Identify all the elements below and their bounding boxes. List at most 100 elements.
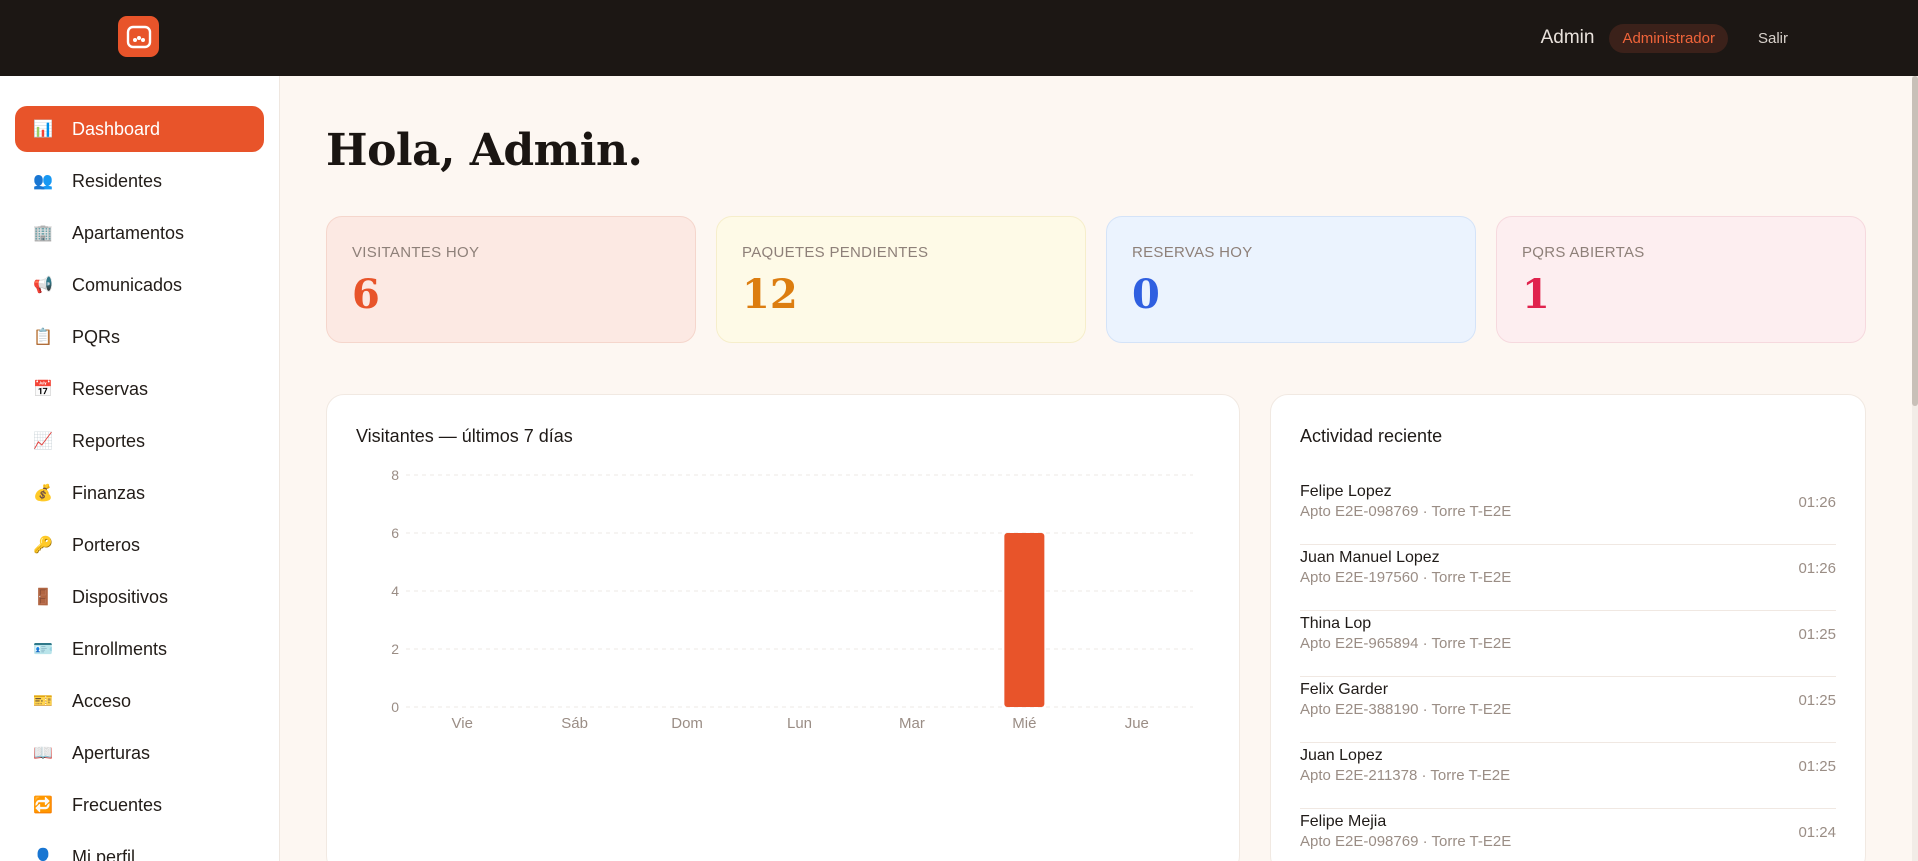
- stat-value: 12: [742, 271, 798, 318]
- user-name: Admin: [1540, 27, 1595, 48]
- y-tick-label: 4: [391, 583, 399, 599]
- sidebar-item-label: Residentes: [72, 170, 163, 191]
- sidebar-item-reservas[interactable]: 📅 Reservas: [15, 366, 264, 412]
- activity-apartment: Apto E2E-211378 · Torre T-E2E: [1300, 767, 1511, 784]
- sidebar-item-label: Reportes: [72, 430, 146, 451]
- x-tick-label: Lun: [787, 715, 812, 732]
- activity-time: 01:25: [1798, 758, 1836, 775]
- activity-apartment: Apto E2E-197560 · Torre T-E2E: [1300, 569, 1512, 586]
- door-icon: 🚪: [33, 589, 53, 606]
- sidebar-item-mi-perfil[interactable]: 👤 Mi perfil: [15, 834, 264, 861]
- sidebar-item-residentes[interactable]: 👥 Residentes: [15, 158, 264, 204]
- stat-card-reservas-hoy: RESERVAS HOY 0: [1106, 216, 1476, 343]
- role-badge: Administrador: [1609, 23, 1728, 53]
- money-bag-icon: 💰: [33, 485, 53, 502]
- activity-time: 01:25: [1798, 626, 1836, 643]
- sidebar-item-label: Porteros: [72, 534, 141, 555]
- y-tick-label: 2: [391, 641, 399, 657]
- activity-row[interactable]: Thina Lop Apto E2E-965894 · Torre T-E2E 01…: [1300, 611, 1836, 677]
- stat-label: PAQUETES PENDIENTES: [742, 244, 929, 261]
- activity-name: Thina Lop: [1300, 615, 1372, 632]
- activity-apartment: Apto E2E-098769 · Torre T-E2E: [1300, 503, 1512, 520]
- sidebar-item-apartamentos[interactable]: 🏢 Apartamentos: [15, 210, 264, 256]
- sidebar-item-label: Dashboard: [72, 118, 161, 139]
- activity-apartment: Apto E2E-965894 · Torre T-E2E: [1300, 635, 1512, 652]
- sidebar-item-label: Reservas: [72, 378, 149, 399]
- activity-time: 01:26: [1798, 494, 1836, 511]
- recent-activity-card: Actividad reciente Felipe Lopez Apto E2E-…: [1270, 394, 1866, 861]
- page-title: Hola, Admin.: [326, 125, 643, 176]
- y-tick-label: 0: [391, 699, 399, 715]
- id-card-icon: 🪪: [33, 641, 53, 658]
- sidebar-item-label: Enrollments: [72, 638, 168, 659]
- user-area: Admin Administrador Salir: [1541, 0, 1788, 76]
- stat-card-pqrs-abiertas: PQRS ABIERTAS 1: [1496, 216, 1866, 343]
- sidebar-item-enrollments[interactable]: 🪪 Enrollments: [15, 626, 264, 672]
- activity-row[interactable]: Felipe Lopez Apto E2E-098769 · Torre T-E2…: [1300, 479, 1836, 545]
- sidebar-item-label: Finanzas: [72, 482, 146, 503]
- visitors-chart-card: Visitantes — últimos 7 días 0 2 4 6 8 Vie Sáb D…: [326, 394, 1240, 861]
- repeat-icon: 🔁: [33, 797, 53, 814]
- sidebar-item-pqrs[interactable]: 📋 PQRs: [15, 314, 264, 360]
- stat-value: 6: [352, 271, 380, 318]
- megaphone-icon: 📢: [33, 277, 53, 294]
- app-logo[interactable]: [118, 16, 159, 57]
- ticket-icon: 🎫: [33, 693, 53, 710]
- building-icon: 🏢: [33, 225, 53, 242]
- sidebar-item-reportes[interactable]: 📈 Reportes: [15, 418, 264, 464]
- book-icon: 📖: [33, 745, 53, 762]
- activity-row[interactable]: Felix Garder Apto E2E-388190 · Torre T-E2…: [1300, 677, 1836, 743]
- activity-row[interactable]: Juan Manuel Lopez Apto E2E-197560 · Torre…: [1300, 545, 1836, 611]
- page-scrollbar[interactable]: [1912, 76, 1918, 861]
- activity-time: 01:24: [1798, 824, 1836, 841]
- activity-row[interactable]: Juan Lopez Apto E2E-211378 · Torre T-E2E 0…: [1300, 743, 1836, 809]
- stat-card-visitantes-hoy: VISITANTES HOY 6: [326, 216, 696, 343]
- x-tick-label: Vie: [452, 715, 473, 732]
- activity-apartment: Apto E2E-098769 · Torre T-E2E: [1300, 833, 1512, 850]
- trend-chart-icon: 📈: [33, 433, 53, 450]
- activity-time: 01:25: [1798, 692, 1836, 709]
- sidebar-item-label: Acceso: [72, 690, 132, 711]
- key-icon: 🔑: [33, 537, 53, 554]
- clipboard-icon: 📋: [33, 329, 53, 346]
- person-icon: 👤: [33, 849, 53, 861]
- logout-button[interactable]: Salir: [1758, 30, 1788, 47]
- sidebar-item-dispositivos[interactable]: 🚪 Dispositivos: [15, 574, 264, 620]
- stat-label: VISITANTES HOY: [352, 244, 480, 261]
- activity-apartment: Apto E2E-388190 · Torre T-E2E: [1300, 701, 1512, 718]
- activity-row[interactable]: Felipe Mejia Apto E2E-098769 · Torre T-E2…: [1300, 809, 1836, 861]
- sidebar-item-finanzas[interactable]: 💰 Finanzas: [15, 470, 264, 516]
- sidebar-item-porteros[interactable]: 🔑 Porteros: [15, 522, 264, 568]
- visitors-bar-chart: 0 2 4 6 8 Vie Sáb Dom Lun Mar Mié Jue: [391, 467, 1193, 732]
- stat-label: PQRS ABIERTAS: [1522, 244, 1645, 261]
- sidebar-item-aperturas[interactable]: 📖 Aperturas: [15, 730, 264, 776]
- sidebar-item-label: Dispositivos: [72, 586, 169, 607]
- activity-title: Actividad reciente: [1300, 426, 1443, 446]
- stat-value: 0: [1132, 271, 1160, 318]
- people-icon: 👥: [33, 173, 53, 190]
- sidebar-item-label: Mi perfil: [72, 846, 136, 861]
- top-bar: Admin Administrador Salir: [0, 0, 1918, 76]
- sidebar-item-comunicados[interactable]: 📢 Comunicados: [15, 262, 264, 308]
- sidebar: 📊 Dashboard 👥 Residentes 🏢 Apartamentos 📢 Comun…: [0, 76, 280, 861]
- activity-name: Juan Lopez: [1300, 747, 1383, 764]
- x-tick-label: Mié: [1012, 715, 1036, 732]
- logo-icon: [126, 25, 151, 48]
- stat-label: RESERVAS HOY: [1132, 244, 1253, 261]
- scrollbar-thumb[interactable]: [1912, 76, 1918, 406]
- stat-value: 1: [1522, 271, 1550, 318]
- sidebar-item-dashboard[interactable]: 📊 Dashboard: [15, 106, 264, 152]
- sidebar-item-frecuentes[interactable]: 🔁 Frecuentes: [15, 782, 264, 828]
- sidebar-item-label: Aperturas: [72, 742, 151, 763]
- bar-mié[interactable]: [1004, 533, 1045, 707]
- sidebar-item-acceso[interactable]: 🎫 Acceso: [15, 678, 264, 724]
- bar-chart-icon: 📊: [33, 121, 53, 138]
- calendar-icon: 📅: [33, 381, 53, 398]
- y-tick-label: 8: [391, 467, 399, 483]
- activity-name: Felipe Lopez: [1300, 483, 1392, 500]
- x-tick-label: Mar: [899, 715, 925, 732]
- sidebar-item-label: Frecuentes: [72, 794, 163, 815]
- activity-time: 01:26: [1798, 560, 1836, 577]
- activity-name: Juan Manuel Lopez: [1300, 549, 1440, 566]
- activity-name: Felix Garder: [1300, 681, 1389, 698]
